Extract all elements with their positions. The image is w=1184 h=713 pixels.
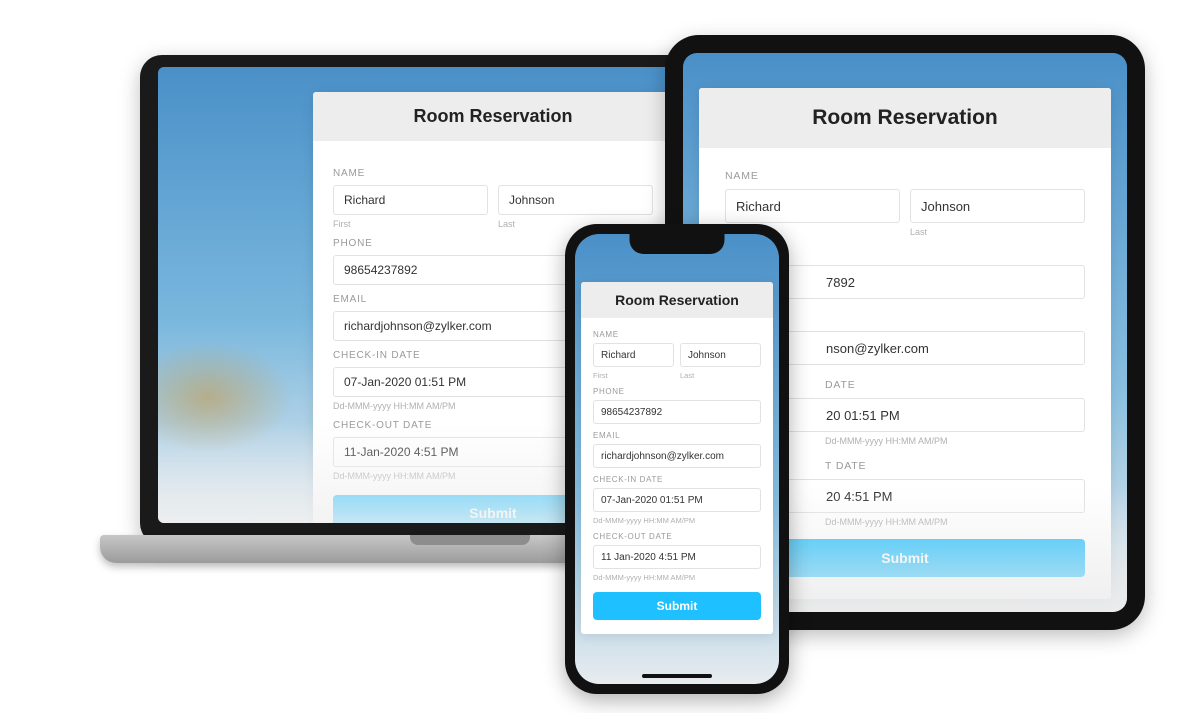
email-field[interactable] (593, 444, 761, 468)
form-body: NAME First Last PHONE (581, 318, 773, 634)
hint-first: First (593, 371, 674, 380)
label-phone: PHONE (593, 387, 761, 396)
label-name: NAME (593, 330, 761, 339)
last-name-field[interactable] (498, 185, 653, 215)
phone-bezel: Room Reservation NAME First Last (565, 224, 789, 694)
label-email: EMAIL (593, 431, 761, 440)
checkout-field[interactable] (593, 545, 761, 569)
reservation-form-phone: Room Reservation NAME First Last (581, 282, 773, 634)
first-name-field[interactable] (333, 185, 488, 215)
form-title: Room Reservation (313, 92, 673, 141)
hint-checkin: Dd-MMM-yyyy HH:MM AM/PM (593, 516, 761, 525)
checkin-field[interactable] (593, 488, 761, 512)
label-checkout: CHECK-OUT DATE (593, 532, 761, 541)
first-name-field[interactable] (593, 343, 674, 367)
form-title: Room Reservation (581, 282, 773, 318)
phone-home-indicator (642, 674, 712, 678)
hint-checkout: Dd-MMM-yyyy HH:MM AM/PM (593, 573, 761, 582)
phone-notch (630, 234, 725, 254)
hint-first: First (333, 219, 488, 229)
label-name: NAME (333, 168, 653, 179)
label-name: NAME (725, 170, 1085, 182)
hint-last: Last (680, 371, 761, 380)
last-name-field[interactable] (680, 343, 761, 367)
label-checkin: CHECK-IN DATE (593, 475, 761, 484)
phone-field[interactable] (593, 400, 761, 424)
submit-button[interactable]: Submit (593, 592, 761, 620)
name-row: First Last (333, 185, 653, 229)
last-name-field[interactable] (910, 189, 1085, 223)
name-row: First Last (593, 343, 761, 380)
hint-last: Last (910, 227, 1085, 237)
phone-device: Room Reservation NAME First Last (565, 224, 789, 694)
form-title: Room Reservation (699, 88, 1111, 148)
phone-screen: Room Reservation NAME First Last (575, 234, 779, 684)
first-name-field[interactable] (725, 189, 900, 223)
